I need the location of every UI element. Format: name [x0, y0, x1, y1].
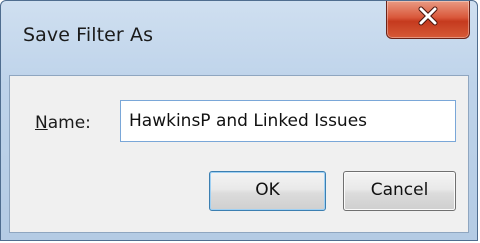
- close-button[interactable]: [386, 1, 470, 39]
- dialog-body: Name: OK Cancel: [9, 75, 469, 233]
- ok-button[interactable]: OK: [209, 171, 326, 211]
- name-input[interactable]: [120, 100, 456, 142]
- name-label: Name:: [35, 113, 91, 133]
- close-icon: [418, 6, 438, 26]
- cancel-button[interactable]: Cancel: [343, 171, 456, 211]
- name-label-accelerator: N: [35, 113, 48, 133]
- save-filter-dialog: Save Filter As Name: OK Cancel: [0, 0, 478, 241]
- title-bar[interactable]: Save Filter As: [1, 1, 477, 73]
- dialog-title: Save Filter As: [23, 24, 154, 46]
- name-label-text: ame:: [47, 113, 91, 133]
